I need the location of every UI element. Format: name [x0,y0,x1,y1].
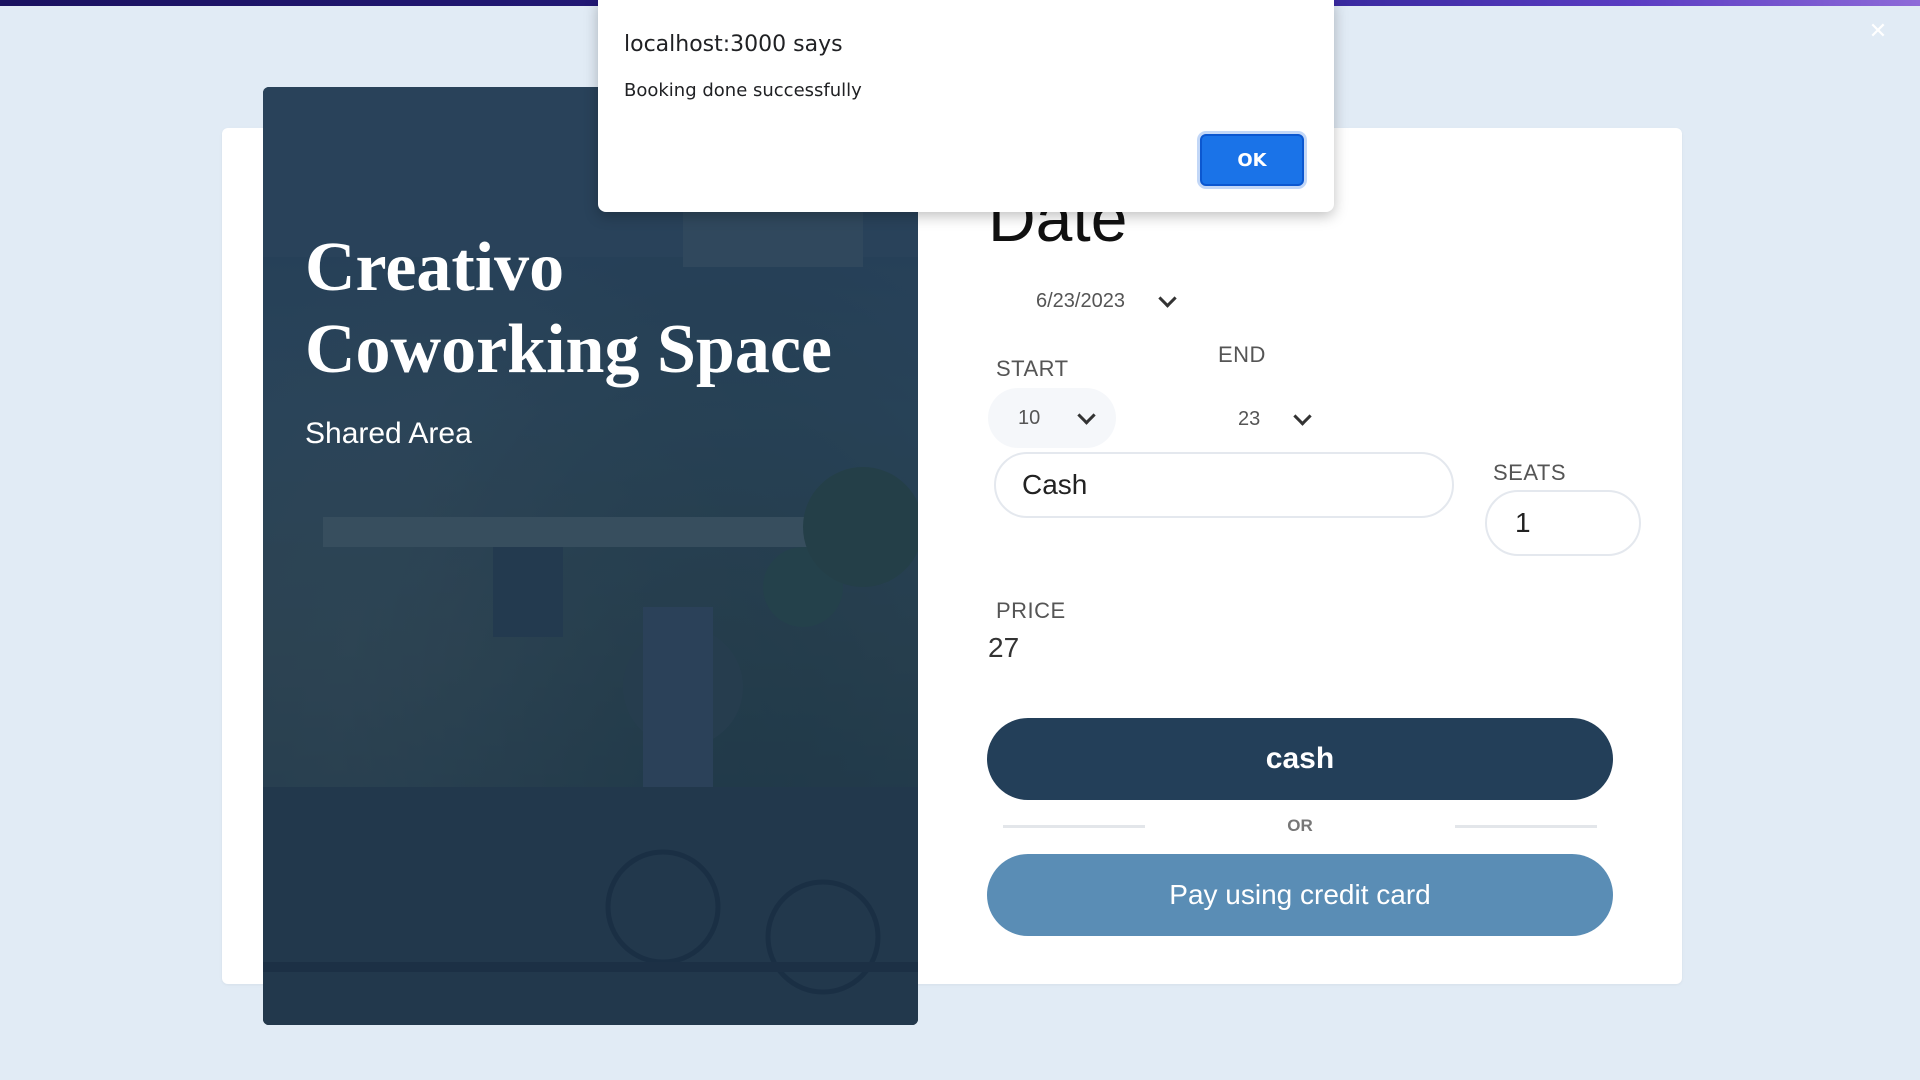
alert-origin: localhost:3000 says [624,32,843,57]
end-select-value: 23 [1238,408,1261,430]
start-select[interactable]: 10 [988,388,1116,448]
payment-method-input[interactable]: Cash [994,452,1454,518]
alert-ok-button[interactable]: OK [1200,134,1304,186]
hero-image-panel: Creativo Coworking Space Shared Area [263,87,918,1025]
alert-dialog: localhost:3000 says Booking done success… [598,0,1334,212]
seats-value: 1 [1515,507,1531,538]
chevron-down-icon [1293,407,1312,426]
seats-label: SEATS [1493,460,1567,485]
hero-title: Creativo Coworking Space [305,229,832,388]
cash-button[interactable]: cash [987,718,1613,800]
or-divider: OR [1003,814,1597,838]
end-select[interactable]: 23 [1238,407,1312,431]
price-value: 27 [988,632,1020,663]
chevron-down-icon [1158,289,1177,308]
payment-method-value: Cash [1022,469,1088,500]
date-select[interactable]: 6/23/2023 [1036,289,1177,313]
divider-line [1455,825,1597,828]
pay-credit-card-button[interactable]: Pay using credit card [987,854,1613,936]
hero-subtitle: Shared Area [305,417,472,450]
chevron-down-icon [1077,405,1096,425]
price-label: PRICE [996,598,1066,623]
start-label: START [996,356,1069,381]
close-icon[interactable]: ✕ [1866,20,1890,44]
seats-input[interactable]: 1 [1485,490,1641,556]
end-label: END [1218,342,1266,367]
alert-message: Booking done successfully [624,80,862,101]
start-select-value: 10 [1018,406,1041,429]
date-select-value: 6/23/2023 [1036,290,1125,312]
